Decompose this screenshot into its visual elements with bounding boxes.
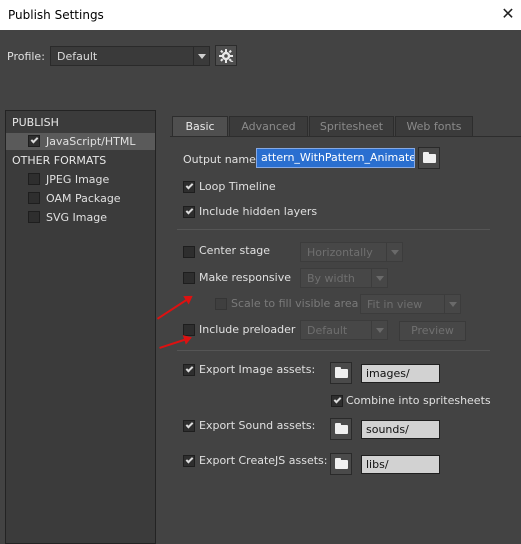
- make-responsive-label: Make responsive: [199, 271, 292, 284]
- svg-checkbox[interactable]: [28, 211, 40, 223]
- annotation-arrow-preloader: [159, 337, 191, 349]
- preview-button[interactable]: Preview: [399, 321, 466, 341]
- folder-icon: [334, 422, 348, 434]
- javascript-html-label: JavaScript/HTML: [46, 135, 136, 148]
- tab-divider: [170, 136, 521, 137]
- center-stage-checkbox[interactable]: [183, 246, 195, 258]
- gear-icon: [219, 48, 234, 63]
- loop-timeline-checkbox[interactable]: [183, 181, 195, 193]
- export-createjs-assets-checkbox[interactable]: [183, 455, 195, 467]
- make-responsive-select-value: By width: [307, 272, 355, 285]
- chevron-down-icon: [371, 269, 387, 287]
- section-divider: [177, 229, 490, 230]
- export-image-assets-checkbox[interactable]: [183, 364, 195, 376]
- publish-section-heading: PUBLISH: [12, 116, 59, 129]
- chevron-down-icon: [386, 243, 402, 261]
- include-hidden-layers-label: Include hidden layers: [199, 205, 318, 218]
- tab-web-fonts[interactable]: Web fonts: [395, 116, 473, 136]
- make-responsive-select[interactable]: By width: [300, 268, 388, 288]
- loop-timeline-label: Loop Timeline: [199, 180, 276, 193]
- format-item-oam[interactable]: OAM Package: [6, 190, 155, 207]
- title-bar: Publish Settings ✕: [0, 0, 521, 30]
- jpeg-checkbox[interactable]: [28, 173, 40, 185]
- export-sound-assets-label: Export Sound assets:: [199, 419, 316, 432]
- export-createjs-assets-label: Export CreateJS assets:: [199, 454, 328, 467]
- scale-to-fill-select-value: Fit in view: [367, 298, 423, 311]
- format-item-svg[interactable]: SVG Image: [6, 209, 155, 226]
- preloader-select-value: Default: [307, 324, 348, 337]
- scale-to-fill-checkbox[interactable]: [215, 298, 227, 310]
- sound-assets-path-field[interactable]: sounds/: [361, 420, 440, 439]
- output-name-field[interactable]: attern_WithPattern_AnimateCC: [256, 148, 415, 168]
- center-stage-select[interactable]: Horizontally: [300, 242, 403, 262]
- chevron-down-icon: [371, 321, 387, 339]
- format-item-jpeg[interactable]: JPEG Image: [6, 171, 155, 188]
- export-sound-assets-checkbox[interactable]: [183, 420, 195, 432]
- oam-label: OAM Package: [46, 192, 121, 205]
- jpeg-label: JPEG Image: [46, 173, 110, 186]
- format-item-javascript-html[interactable]: JavaScript/HTML: [6, 133, 155, 150]
- window-title: Publish Settings: [8, 8, 104, 22]
- format-list-panel: PUBLISH JavaScript/HTML OTHER FORMATS JP…: [5, 110, 156, 544]
- chevron-down-icon: [444, 295, 460, 313]
- close-icon[interactable]: ✕: [498, 4, 518, 24]
- scale-to-fill-select[interactable]: Fit in view: [360, 294, 461, 314]
- image-assets-path-field[interactable]: images/: [361, 364, 440, 383]
- createjs-assets-path-field[interactable]: libs/: [361, 455, 440, 474]
- javascript-html-checkbox[interactable]: [28, 135, 40, 147]
- output-name-label: Output name:: [183, 153, 260, 166]
- profile-select-value: Default: [57, 50, 98, 63]
- make-responsive-checkbox[interactable]: [183, 272, 195, 284]
- export-image-assets-label: Export Image assets:: [199, 363, 316, 376]
- preloader-select[interactable]: Default: [300, 320, 388, 340]
- chevron-down-icon: [193, 47, 209, 65]
- tab-advanced[interactable]: Advanced: [229, 116, 308, 136]
- profile-options-button[interactable]: [215, 45, 237, 66]
- sound-assets-folder-button[interactable]: [330, 418, 352, 440]
- image-assets-folder-button[interactable]: [330, 362, 352, 384]
- combine-spritesheets-label: Combine into spritesheets: [346, 394, 491, 407]
- combine-spritesheets-checkbox[interactable]: [331, 395, 343, 407]
- createjs-assets-folder-button[interactable]: [330, 453, 352, 475]
- tab-basic[interactable]: Basic: [172, 116, 228, 136]
- tab-spritesheet[interactable]: Spritesheet: [309, 116, 394, 136]
- include-hidden-layers-checkbox[interactable]: [183, 206, 195, 218]
- folder-icon: [422, 151, 436, 163]
- scale-to-fill-label: Scale to fill visible area: [231, 297, 359, 310]
- folder-icon: [334, 366, 348, 378]
- center-stage-select-value: Horizontally: [307, 246, 373, 259]
- folder-icon: [334, 457, 348, 469]
- include-preloader-label: Include preloader: [199, 323, 296, 336]
- oam-checkbox[interactable]: [28, 192, 40, 204]
- section-divider: [177, 350, 490, 351]
- center-stage-label: Center stage: [199, 244, 271, 257]
- svg-label: SVG Image: [46, 211, 107, 224]
- annotation-arrow-responsive: [156, 296, 192, 320]
- profile-select[interactable]: Default: [50, 46, 210, 66]
- output-folder-button[interactable]: [418, 147, 440, 169]
- other-formats-heading: OTHER FORMATS: [12, 154, 107, 167]
- profile-label: Profile:: [7, 50, 45, 63]
